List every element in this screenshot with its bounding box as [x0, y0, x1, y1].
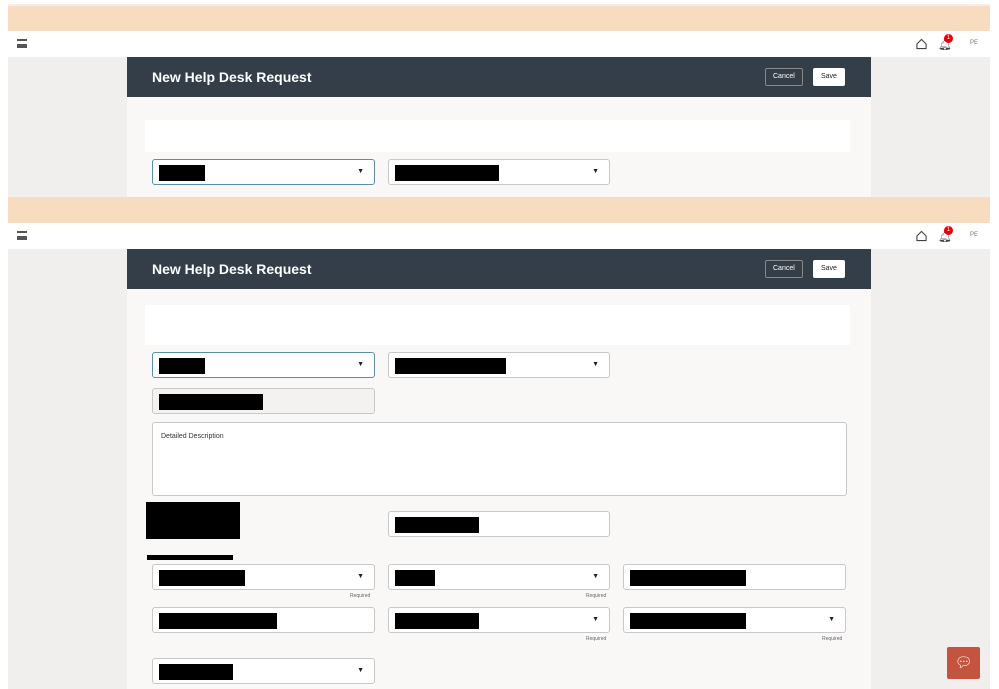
- redacted-label: [146, 502, 240, 539]
- required-hint: Required: [350, 593, 371, 599]
- save-button[interactable]: Save: [813, 68, 845, 86]
- notification-badge: 1: [944, 226, 953, 235]
- caret-down-icon: ▼: [592, 573, 599, 580]
- caret-down-icon: ▼: [592, 361, 599, 368]
- save-button[interactable]: Save: [813, 260, 845, 278]
- description-label: Detailed Description: [161, 433, 224, 440]
- select-field[interactable]: ▼: [152, 159, 375, 185]
- select-field[interactable]: ▼: [152, 658, 375, 684]
- cancel-button[interactable]: Cancel: [765, 68, 803, 86]
- readonly-field: [152, 388, 375, 414]
- caret-down-icon: ▼: [828, 616, 835, 623]
- page-title: New Help Desk Request: [152, 69, 312, 85]
- page-header: New Help Desk Request Cancel Save: [127, 57, 871, 97]
- banner: [8, 6, 990, 31]
- required-hint: Required: [586, 593, 607, 599]
- menu-icon[interactable]: [17, 39, 27, 48]
- page-title: New Help Desk Request: [152, 261, 312, 277]
- cancel-button[interactable]: Cancel: [765, 260, 803, 278]
- menu-icon[interactable]: [17, 231, 27, 240]
- redacted-section-label: [147, 555, 233, 560]
- chat-button[interactable]: 💬︎: [947, 647, 980, 679]
- caret-down-icon: ▼: [357, 168, 364, 175]
- avatar[interactable]: PE: [970, 232, 978, 238]
- description-textarea[interactable]: Detailed Description: [152, 422, 847, 496]
- avatar[interactable]: PE: [970, 40, 978, 46]
- banner: [8, 197, 990, 223]
- select-field[interactable]: ▼: [152, 352, 375, 378]
- text-field[interactable]: [623, 564, 846, 590]
- chat-icon: 💬︎: [954, 654, 973, 670]
- caret-down-icon: ▼: [592, 616, 599, 623]
- select-field[interactable]: ▼: [388, 607, 610, 633]
- select-field[interactable]: ▼: [152, 564, 375, 590]
- text-field[interactable]: [152, 607, 375, 633]
- select-field[interactable]: ▼: [623, 607, 846, 633]
- required-hint: Required: [822, 636, 843, 642]
- home-icon[interactable]: [916, 38, 927, 50]
- caret-down-icon: ▼: [357, 573, 364, 580]
- select-field[interactable]: ▼: [388, 564, 610, 590]
- required-hint: Required: [586, 636, 607, 642]
- info-strip: [145, 305, 850, 345]
- caret-down-icon: ▼: [357, 361, 364, 368]
- top-nav: 🔔︎ 1 PE: [8, 31, 990, 57]
- caret-down-icon: ▼: [357, 667, 364, 674]
- page-header: New Help Desk Request Cancel Save: [127, 249, 871, 289]
- select-field[interactable]: ▼: [388, 352, 610, 378]
- info-strip: [145, 120, 850, 152]
- caret-down-icon: ▼: [592, 168, 599, 175]
- notification-badge: 1: [944, 34, 953, 43]
- select-field[interactable]: ▼: [388, 159, 610, 185]
- top-nav: 🔔︎ 1 PE: [8, 223, 990, 249]
- home-icon[interactable]: [916, 230, 927, 242]
- text-field[interactable]: [388, 511, 610, 537]
